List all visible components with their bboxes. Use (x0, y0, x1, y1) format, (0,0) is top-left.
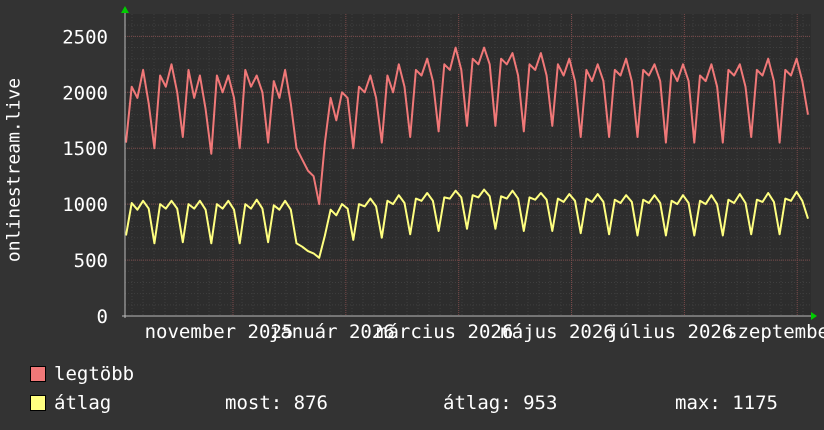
y-tick-label: 2500 (62, 26, 108, 48)
y-tick-labels: 0 500 1000 1500 2000 2500 (62, 26, 108, 328)
stat-atlag: átlag: 953 (443, 392, 558, 414)
stat-most: most: 876 (225, 392, 328, 414)
legend-swatch-atlag (30, 395, 46, 411)
x-tick-label: március 2026 (376, 321, 513, 343)
stat-max: max: 1175 (675, 392, 778, 414)
legend-item-atlag: átlag (30, 392, 111, 414)
y-tick-label: 1500 (62, 138, 108, 160)
x-tick-labels: november 2025január 2026március 2026máju… (145, 321, 824, 343)
x-tick-label: szeptember (726, 321, 824, 343)
x-tick-label: május 2026 (500, 321, 614, 343)
y-tick-label: 2000 (62, 82, 108, 104)
y-axis-label: onlinestream.live (3, 60, 25, 280)
x-axis-arrow-icon (811, 312, 817, 320)
y-axis-arrow-icon (121, 6, 129, 13)
plot-background (125, 14, 811, 316)
legend-label-legtobb: legtöbb (54, 363, 135, 385)
y-tick-label: 500 (74, 250, 108, 272)
x-tick-label: július 2026 (607, 321, 733, 343)
legend-swatch-legtobb (30, 366, 46, 382)
y-tick-label: 1000 (62, 194, 108, 216)
y-axis-label-text: onlinestream.live (3, 77, 25, 263)
legend-item-legtobb: legtöbb (30, 363, 134, 385)
y-tick-label: 0 (97, 306, 108, 328)
legend-label-atlag: átlag (54, 392, 112, 414)
